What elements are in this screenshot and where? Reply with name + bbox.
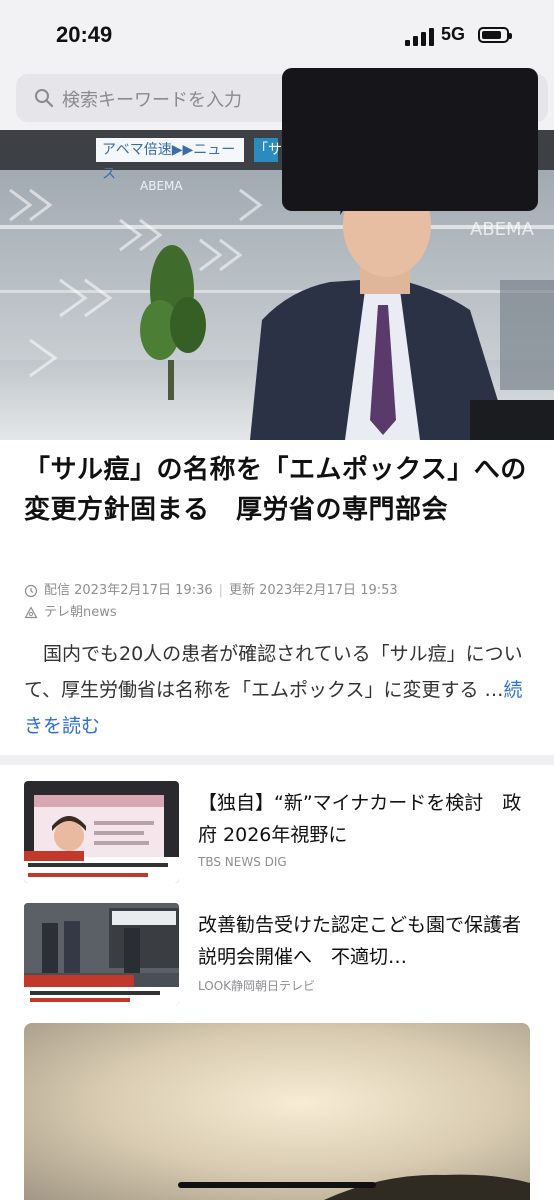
status-bar: 20:49 5G <box>0 0 554 66</box>
item-title[interactable]: 【独自】“新”マイナカードを検討 政府 2026年視野に <box>198 787 534 851</box>
home-indicator[interactable] <box>178 1182 376 1188</box>
article-meta: 配信 2023年2月17日 19:36 | 更新 2023年2月17日 19:5… <box>24 580 534 624</box>
svg-text:ABEMA: ABEMA <box>140 179 183 193</box>
updated-date: 更新 2023年2月17日 19:53 <box>229 583 398 598</box>
item-source: LOOK静岡朝日テレビ <box>198 979 316 993</box>
search-input[interactable]: 検索キーワードを入力 <box>62 86 242 112</box>
search-icon <box>35 89 54 108</box>
signal-icon <box>405 28 435 46</box>
article-source[interactable]: テレ朝news <box>44 602 117 624</box>
list-item[interactable]: 改善勧告受けた認定こども園で保護者説明会開催へ 不適切… LOOK静岡朝日テレビ <box>24 903 534 1005</box>
source-icon <box>24 606 38 619</box>
clock-icon <box>24 584 38 598</box>
status-time: 20:49 <box>56 22 113 47</box>
section-divider <box>0 755 554 765</box>
list-item[interactable]: 【独自】“新”マイナカードを検討 政府 2026年視野に TBS NEWS DI… <box>24 781 534 883</box>
hero-banner: アベマ倍速▶▶ニュース <box>96 138 244 182</box>
summary-text: 国内でも20人の患者が確認されている「サル痘」について、厚生労働省は名称を「エム… <box>24 643 523 701</box>
hero-tag: 「サ <box>254 138 282 162</box>
meta-separator: | <box>218 583 224 598</box>
article-headline[interactable]: 「サル痘」の名称を「エムポックス」への変更方針固まる 厚労省の専門部会 <box>24 450 534 530</box>
item-thumbnail <box>24 903 179 1005</box>
svg-text:ABEMA: ABEMA <box>470 219 535 240</box>
battery-icon <box>478 27 512 43</box>
next-article-image[interactable] <box>24 1023 530 1200</box>
redaction-block <box>282 68 538 211</box>
network-label: 5G <box>441 24 466 44</box>
published-date: 配信 2023年2月17日 19:36 <box>44 583 213 598</box>
item-source: TBS NEWS DIG <box>198 855 287 869</box>
item-title[interactable]: 改善勧告受けた認定こども園で保護者説明会開催へ 不適切… <box>198 909 534 973</box>
article-summary: 国内でも20人の患者が確認されている「サル痘」について、厚生労働省は名称を「エム… <box>24 636 534 744</box>
item-thumbnail <box>24 781 179 883</box>
